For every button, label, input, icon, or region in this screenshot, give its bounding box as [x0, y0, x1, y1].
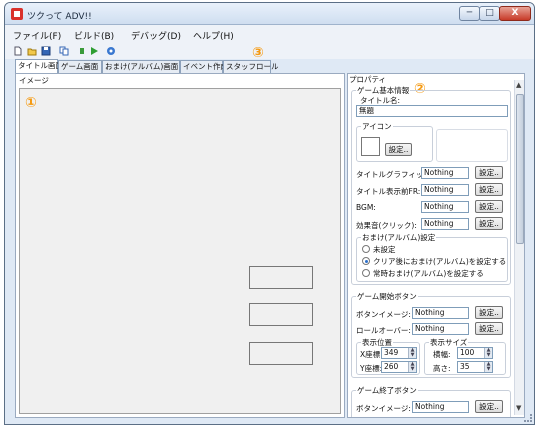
- omake-option-none: 未設定: [373, 245, 396, 254]
- end-button-image-value[interactable]: Nothing: [412, 401, 469, 413]
- tab-staff-roll[interactable]: スタッフロール: [223, 60, 279, 73]
- icon-set-button[interactable]: 設定..: [385, 143, 412, 156]
- omake-radio-always[interactable]: [362, 269, 370, 277]
- omake-radio-none[interactable]: [362, 245, 370, 253]
- title-graphic-set-button[interactable]: 設定..: [475, 166, 503, 179]
- button-placeholder-1[interactable]: [249, 266, 313, 289]
- tab-album-screen[interactable]: おまけ(アルバム)画面: [102, 60, 180, 73]
- minimize-button[interactable]: ─: [459, 6, 480, 21]
- end-button-group: ゲーム終了ボタン ボタンイメージ: Nothing 設定..: [351, 385, 511, 417]
- start-button-image-label: ボタンイメージ:: [356, 310, 411, 319]
- start-x-spinner[interactable]: 349 ▲ ▼: [381, 347, 417, 359]
- build-icon[interactable]: [77, 46, 87, 56]
- menu-file[interactable]: ファイル(F): [13, 29, 61, 42]
- game-info-group: ゲーム基本情報 タイトル名: 無題 アイコン 設定.. タイトルグラフィック: …: [351, 85, 511, 285]
- tab-event-create[interactable]: イベント作成: [180, 60, 228, 73]
- bgm-value[interactable]: Nothing: [421, 201, 469, 213]
- start-width-spinner[interactable]: 100 ▲ ▼: [457, 347, 493, 359]
- resize-grip[interactable]: [524, 414, 532, 422]
- start-height-value: 35: [460, 362, 470, 371]
- click-se-value[interactable]: Nothing: [421, 218, 469, 230]
- omake-option-always: 常時おまけ(アルバム)を設定する: [373, 269, 484, 278]
- bgm-label: BGM:: [356, 203, 376, 212]
- tab-title-screen[interactable]: タイトル画面: [15, 59, 63, 73]
- marker-three: ③: [252, 45, 264, 61]
- title-name-input[interactable]: 無題: [356, 105, 508, 117]
- menu-debug[interactable]: デバッグ(D): [131, 29, 181, 42]
- app-window: ツクって ADV!! ─ □ X ファイル(F) ビルド(B) デバッグ(D) …: [4, 2, 535, 425]
- copy-icon[interactable]: [59, 46, 69, 56]
- start-button-image-value[interactable]: Nothing: [412, 307, 469, 319]
- image-group-label: イメージ: [18, 75, 50, 86]
- start-width-value: 100: [460, 348, 475, 357]
- click-se-label: 効果音(クリック):: [356, 221, 417, 230]
- start-rollover-value[interactable]: Nothing: [412, 323, 469, 335]
- marker-one: ①: [25, 95, 37, 111]
- start-button-legend: ゲーム開始ボタン: [356, 291, 418, 302]
- property-header: プロパティ: [349, 75, 387, 84]
- start-x-label: X座標:: [360, 350, 383, 359]
- bgm-set-button[interactable]: 設定..: [475, 200, 503, 213]
- title-canvas[interactable]: ①: [19, 88, 341, 414]
- end-button-image-set-button[interactable]: 設定..: [475, 400, 503, 413]
- scroll-down-icon[interactable]: ▼: [516, 404, 521, 412]
- tab-game-screen[interactable]: ゲーム画面: [58, 60, 102, 73]
- open-folder-icon[interactable]: [27, 46, 37, 56]
- button-placeholder-2[interactable]: [249, 303, 313, 326]
- title-graphic-value[interactable]: Nothing: [421, 167, 469, 179]
- start-height-spin-arrows[interactable]: ▲ ▼: [484, 362, 492, 372]
- close-button[interactable]: X: [499, 6, 531, 21]
- start-x-spin-arrows[interactable]: ▲ ▼: [408, 348, 416, 358]
- title-bar[interactable]: ツクって ADV!! ─ □ X: [5, 3, 534, 25]
- start-height-label: 高さ:: [433, 364, 451, 373]
- start-rollover-set-button[interactable]: 設定..: [475, 322, 503, 335]
- toolbar: [5, 44, 534, 59]
- start-size-group: 表示サイズ 横幅: 100 ▲ ▼ 高さ: 35 ▲ ▼: [424, 337, 506, 375]
- save-icon[interactable]: [41, 46, 51, 56]
- menu-help[interactable]: ヘルプ(H): [193, 29, 234, 42]
- window-title: ツクって ADV!!: [27, 12, 92, 22]
- icon-legend: アイコン: [361, 121, 393, 132]
- title-pre-fr-value[interactable]: Nothing: [421, 184, 469, 196]
- run-icon[interactable]: [89, 46, 99, 56]
- start-y-label: Y座標:: [360, 364, 383, 373]
- start-button-group: ゲーム開始ボタン ボタンイメージ: Nothing 設定.. ロールオーバー: …: [351, 291, 511, 378]
- image-panel: イメージ ①: [15, 73, 345, 418]
- menu-bar: ファイル(F) ビルド(B) デバッグ(D) ヘルプ(H): [5, 25, 534, 44]
- omake-legend: おまけ(アルバム)設定: [361, 232, 437, 243]
- start-position-group: 表示位置 X座標: 349 ▲ ▼ Y座標: 260 ▲ ▼: [356, 337, 420, 375]
- maximize-button[interactable]: □: [479, 6, 500, 21]
- start-height-spinner[interactable]: 35 ▲ ▼: [457, 361, 493, 373]
- end-button-legend: ゲーム終了ボタン: [356, 385, 418, 396]
- scrollbar-thumb[interactable]: [516, 94, 524, 244]
- omake-group: おまけ(アルバム)設定 未設定 クリア後におまけ(アルバム)を設定する 常時おま…: [356, 232, 508, 282]
- omake-radio-after-clear[interactable]: [362, 257, 370, 265]
- start-rollover-label: ロールオーバー:: [356, 326, 411, 335]
- start-x-value: 349: [384, 348, 399, 357]
- icon-preview: [361, 137, 380, 156]
- property-scrollbar[interactable]: ▲ ▼: [514, 80, 524, 415]
- start-width-spin-arrows[interactable]: ▲ ▼: [484, 348, 492, 358]
- help-icon[interactable]: [106, 46, 116, 56]
- title-pre-fr-set-button[interactable]: 設定..: [475, 183, 503, 196]
- icon-preview-area: [436, 129, 508, 162]
- start-y-spinner[interactable]: 260 ▲ ▼: [381, 361, 417, 373]
- icon-group: アイコン 設定..: [356, 121, 433, 162]
- new-file-icon[interactable]: [13, 46, 23, 56]
- app-icon: [11, 8, 23, 20]
- click-se-set-button[interactable]: 設定..: [475, 217, 503, 230]
- title-pre-fr-label: タイトル表示前FR:: [356, 187, 421, 196]
- tab-strip: タイトル画面 ゲーム画面 おまけ(アルバム)画面 イベント作成 スタッフロール: [15, 59, 375, 73]
- start-button-image-set-button[interactable]: 設定..: [475, 306, 503, 319]
- start-y-spin-arrows[interactable]: ▲ ▼: [408, 362, 416, 372]
- button-placeholder-3[interactable]: [249, 342, 313, 365]
- start-y-value: 260: [384, 362, 399, 371]
- end-button-image-label: ボタンイメージ:: [356, 404, 411, 413]
- start-width-label: 横幅:: [433, 350, 451, 359]
- property-panel: プロパティ ② ゲーム基本情報 タイトル名: 無題 アイコン 設定.. タイトル…: [347, 73, 525, 418]
- menu-build[interactable]: ビルド(B): [74, 29, 114, 42]
- scroll-up-icon[interactable]: ▲: [516, 81, 521, 89]
- omake-option-after-clear: クリア後におまけ(アルバム)を設定する: [373, 257, 507, 266]
